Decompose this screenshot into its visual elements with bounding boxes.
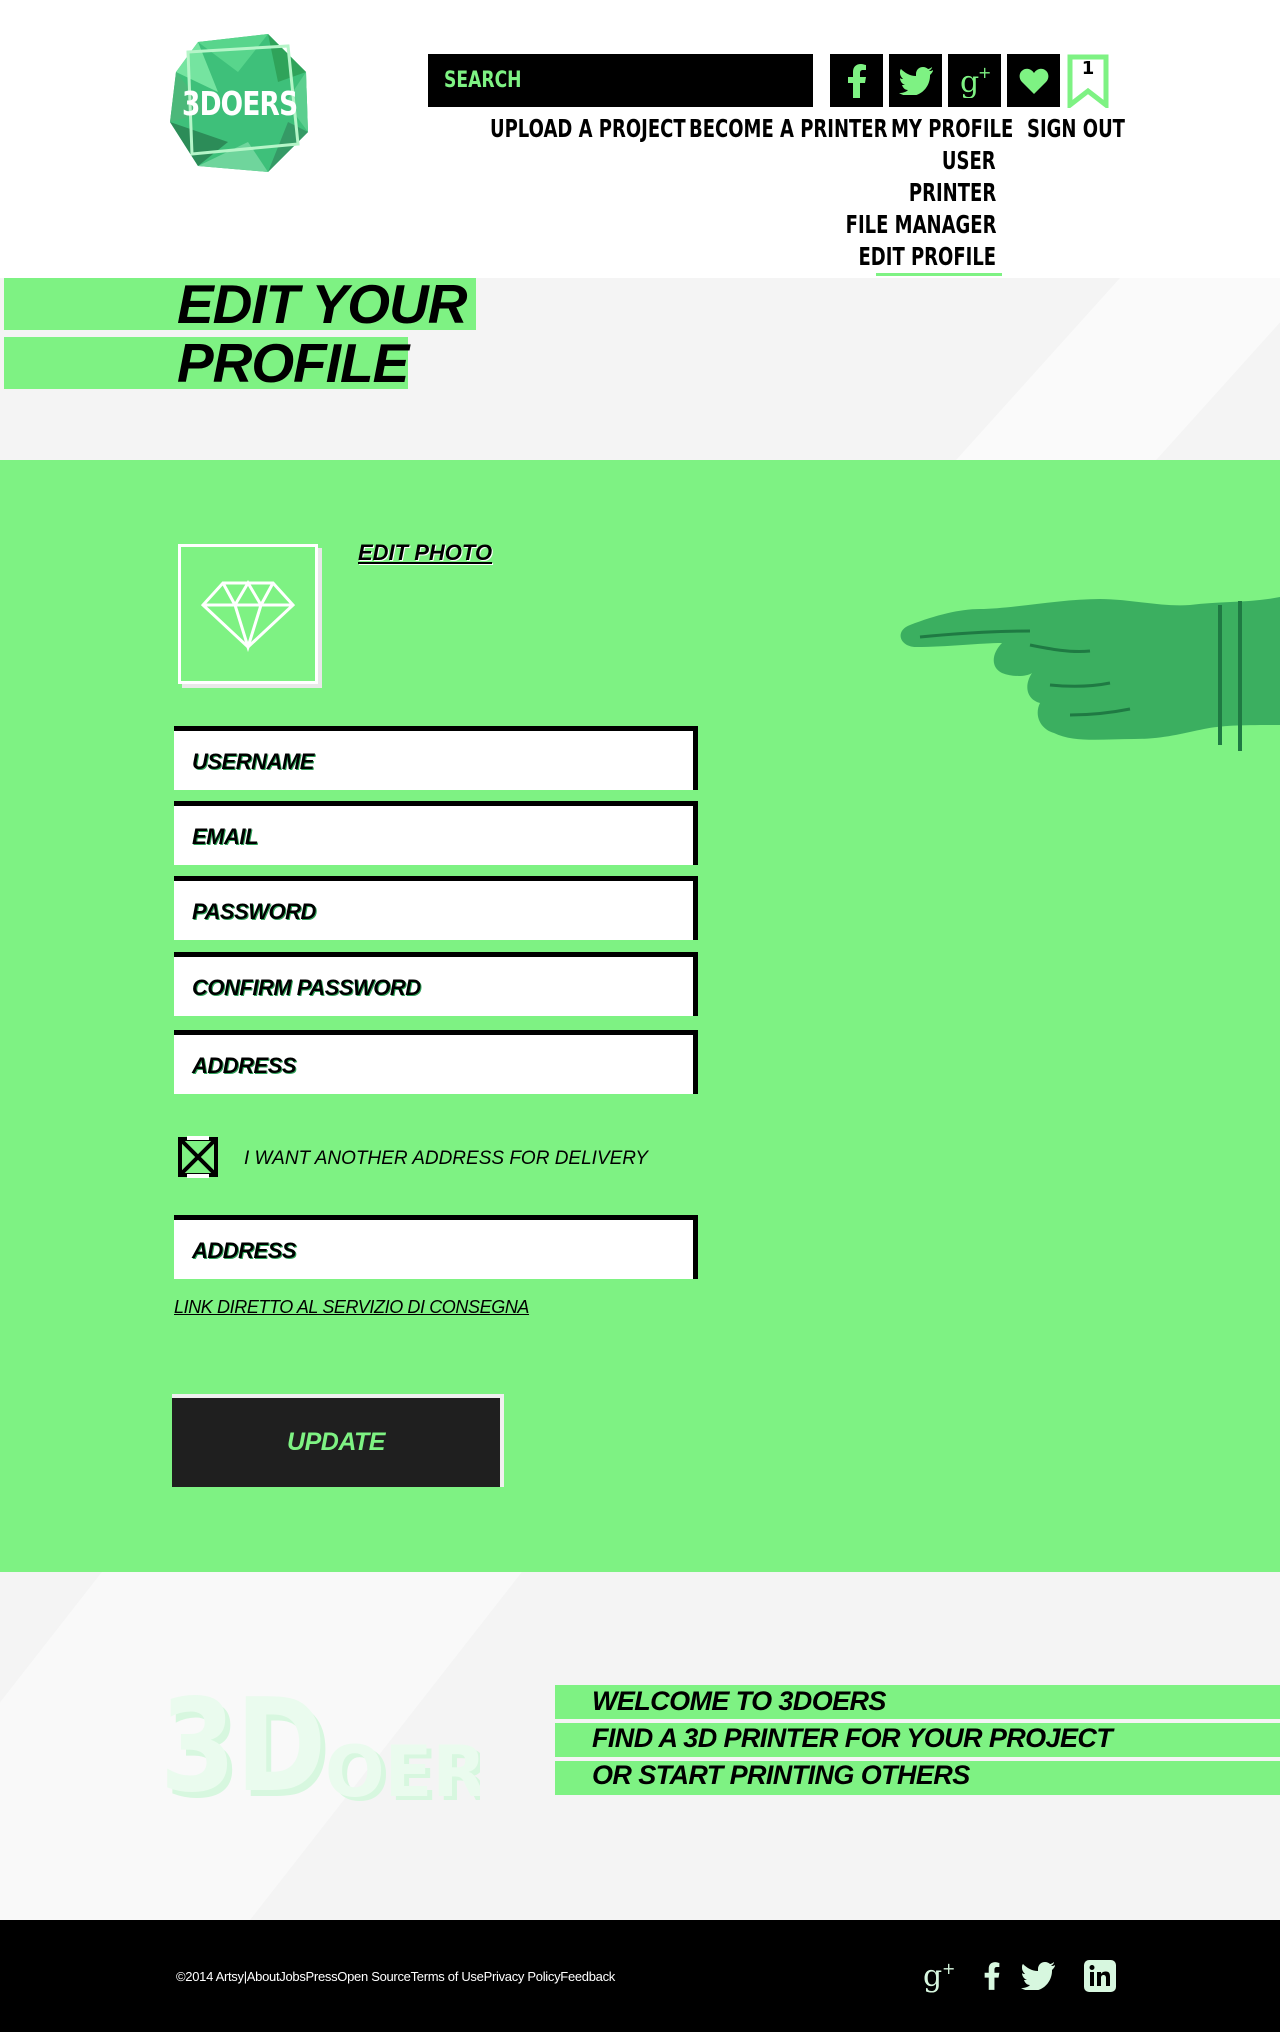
footer-twitter[interactable]: [1020, 1958, 1056, 1994]
facebook-button[interactable]: [830, 54, 883, 107]
search-input[interactable]: SEARCH: [428, 54, 813, 107]
favorites-button[interactable]: [1007, 54, 1060, 107]
google-plus-button[interactable]: g +: [948, 54, 1001, 107]
submenu-user[interactable]: USER: [942, 146, 996, 175]
delivery-service-link[interactable]: LINK DIRETTO AL SERVIZIO DI CONSEGNA: [174, 1297, 529, 1318]
svg-text:3D: 3D: [160, 1673, 326, 1818]
footer-link-about[interactable]: About: [247, 1969, 280, 1984]
svg-text:+: +: [978, 64, 991, 82]
delivery-checkbox-label: I WANT ANOTHER ADDRESS FOR DELIVERY: [244, 1148, 648, 1169]
pointing-hand-icon: [900, 597, 1280, 751]
bookmark-count: 1: [1081, 58, 1095, 79]
delivery-address-field[interactable]: ADDRESS: [174, 1215, 698, 1279]
footer-link-open-source[interactable]: Open Source: [337, 1969, 411, 1984]
footer-link-press[interactable]: Press: [306, 1969, 338, 1984]
profile-photo[interactable]: [178, 544, 318, 684]
nav-sign-out[interactable]: SIGN OUT: [1027, 114, 1125, 143]
logo-3d-watermark: 3D 3D OERS OERS: [160, 1673, 480, 1818]
nav-my-profile[interactable]: MY PROFILE: [891, 114, 1013, 143]
address-field[interactable]: ADDRESS: [174, 1030, 698, 1094]
header: 3DOERS SEARCH g + 1 UPLOAD A PROJECT BECO…: [0, 0, 1280, 278]
svg-text:+: +: [942, 1959, 955, 1978]
nav-upload-project[interactable]: UPLOAD A PROJECT: [490, 114, 686, 143]
promo-line1: WELCOME TO 3DOERS: [592, 1686, 886, 1716]
facebook-icon: [847, 63, 866, 98]
google-plus-icon: g+: [960, 64, 991, 98]
footer-google-plus[interactable]: g +: [922, 1958, 958, 1994]
footer-link-jobs[interactable]: Jobs: [279, 1969, 306, 1984]
confirm-password-field[interactable]: CONFIRM PASSWORD: [174, 952, 698, 1016]
promo-line2: FIND A 3D PRINTER FOR YOUR PROJECT: [592, 1723, 1113, 1753]
footer-linkedin[interactable]: [1082, 1958, 1118, 1994]
username-field[interactable]: USERNAME: [174, 726, 698, 790]
nav-become-printer[interactable]: BECOME A PRINTER: [689, 114, 887, 143]
email-field[interactable]: EMAIL: [174, 801, 698, 865]
active-underline: [876, 273, 1002, 276]
svg-text:g: g: [923, 1959, 942, 1994]
twitter-button[interactable]: [889, 54, 942, 107]
page-title-line2: PROFILE: [177, 332, 409, 394]
footer-copyright: ©2014 Artsy|: [176, 1969, 247, 1984]
submenu-printer[interactable]: PRINTER: [909, 178, 996, 207]
svg-text:OERS: OERS: [325, 1731, 480, 1813]
google-plus-icon: g+: [923, 1959, 955, 1994]
footer-link-terms[interactable]: Terms of Use: [411, 1969, 484, 1984]
twitter-icon: [898, 66, 933, 95]
diamond-icon: [200, 580, 296, 653]
footer-link-feedback[interactable]: Feedback: [560, 1969, 615, 1984]
facebook-icon: [984, 1962, 1000, 1990]
delivery-checkbox[interactable]: [177, 1136, 219, 1178]
promo-line3: OR START PRINTING OTHERS: [592, 1760, 970, 1790]
password-field[interactable]: PASSWORD: [174, 876, 698, 940]
submenu-file-manager[interactable]: FILE MANAGER: [845, 210, 996, 239]
logo-text: 3DOERS: [182, 84, 298, 123]
footer: ©2014 Artsy|AboutJobsPressOpen SourceTer…: [0, 1920, 1280, 2032]
footer-link-privacy[interactable]: Privacy Policy: [484, 1969, 561, 1984]
twitter-icon: [1021, 1962, 1055, 1990]
submenu-edit-profile[interactable]: EDIT PROFILE: [858, 242, 996, 271]
page-title-line1: EDIT YOUR: [177, 273, 467, 335]
update-button[interactable]: UPDATE: [172, 1394, 504, 1487]
heart-icon: [1019, 68, 1048, 94]
footer-links: ©2014 Artsy|AboutJobsPressOpen SourceTer…: [176, 1969, 615, 1984]
edit-photo-link[interactable]: EDIT PHOTO: [358, 540, 492, 566]
linkedin-icon: [1084, 1960, 1116, 1992]
footer-facebook[interactable]: [974, 1958, 1010, 1994]
svg-text:g: g: [960, 65, 979, 98]
